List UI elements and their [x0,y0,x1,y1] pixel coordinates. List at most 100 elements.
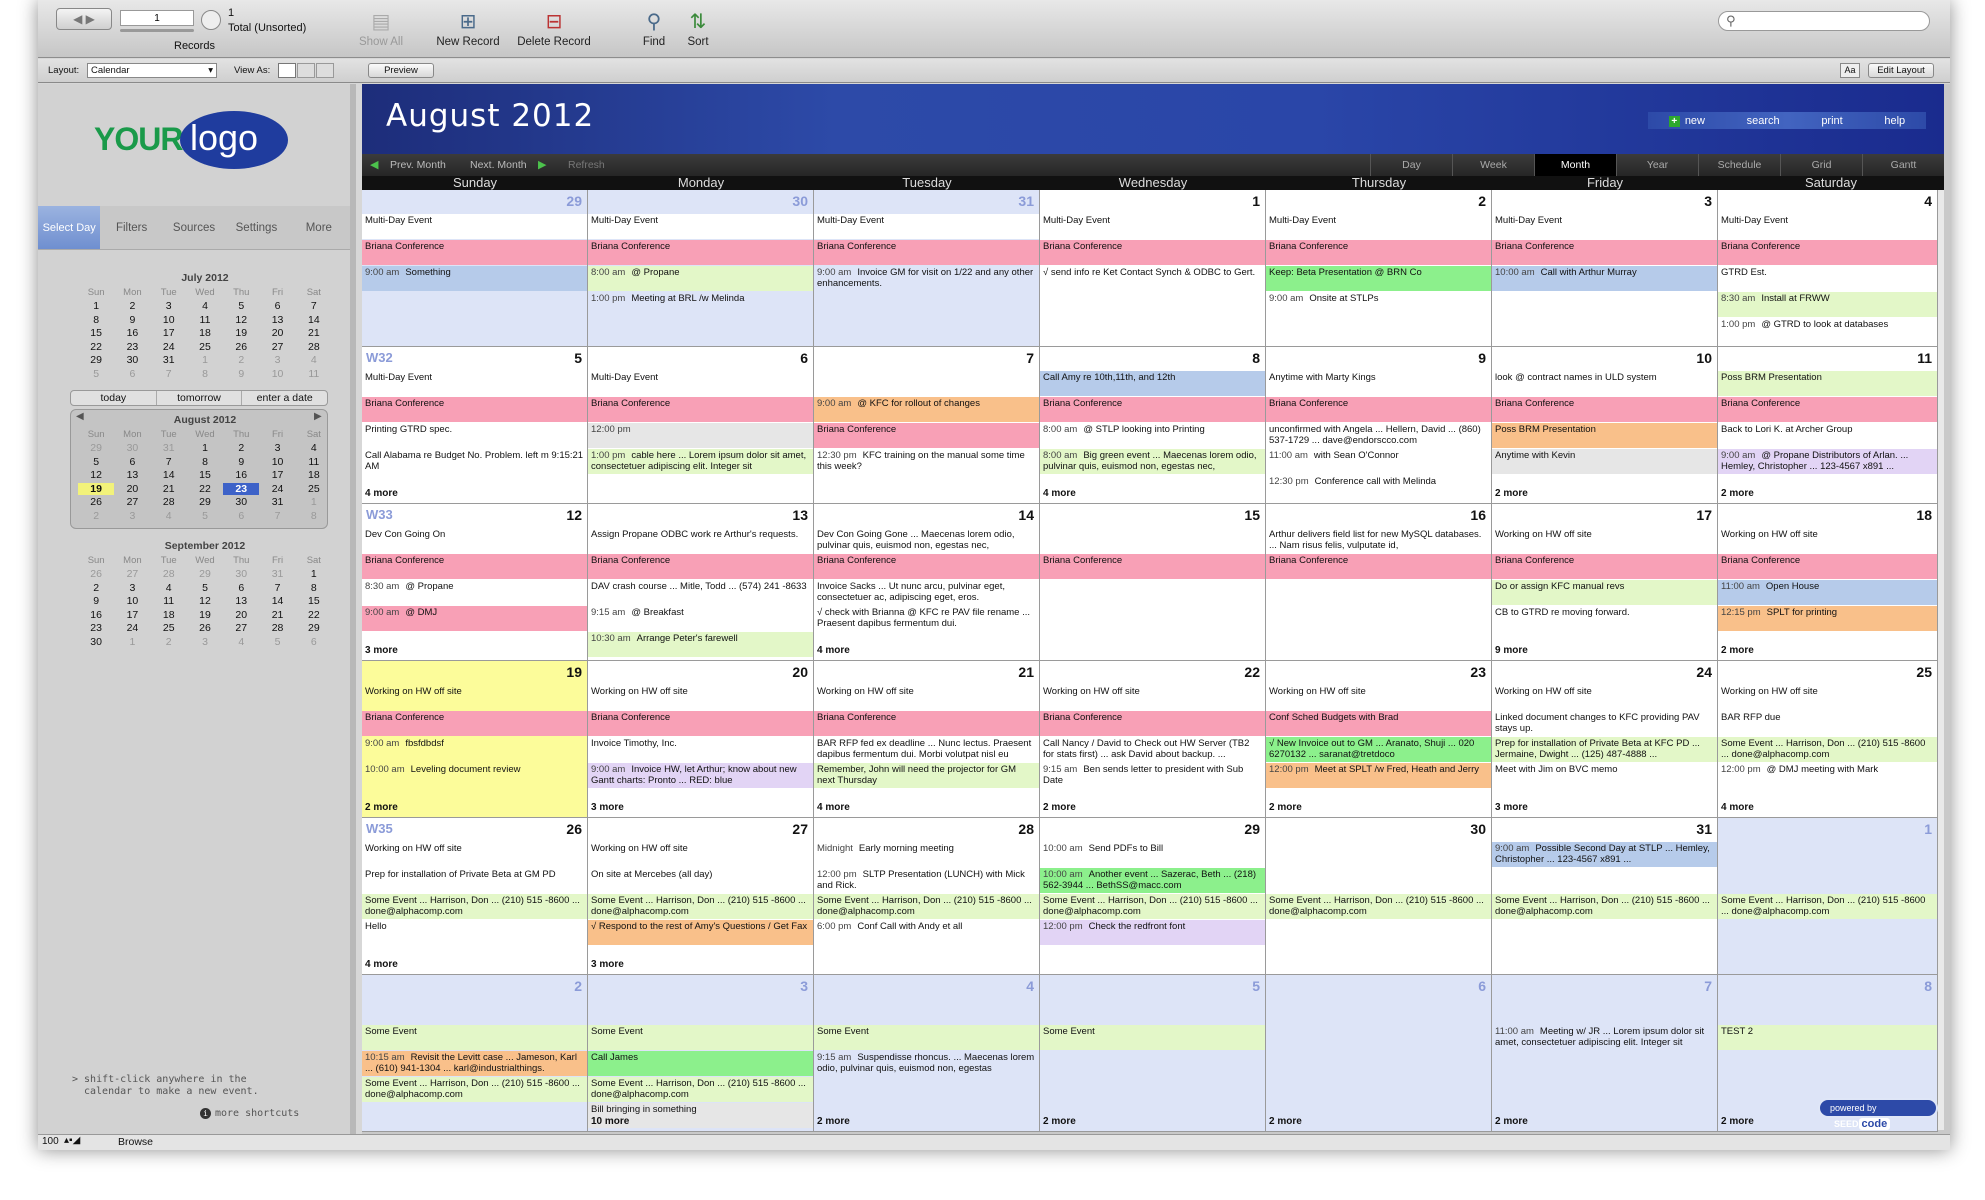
event[interactable]: 11:00 am with Sean O'Connor [1266,449,1491,474]
mini-day[interactable]: 16 [114,327,150,339]
event[interactable]: Briana Conference [1492,240,1717,265]
event[interactable]: Briana Conference [588,554,813,579]
event[interactable]: Multi-Day Event [1040,214,1265,239]
mini-day[interactable]: 26 [78,496,114,508]
day-number[interactable]: 2 [1478,193,1486,209]
tomorrow-shortcut[interactable]: tomorrow [155,391,242,405]
mini-day[interactable]: 5 [78,456,114,468]
print-link[interactable]: print [1821,115,1842,127]
mini-day[interactable]: 20 [223,609,259,621]
event[interactable]: Midnight Early morning meeting [814,842,1039,867]
day-number[interactable]: 6 [800,350,808,366]
mini-day[interactable]: 7 [259,510,295,522]
event[interactable] [1040,999,1265,1024]
day-number[interactable]: 27 [792,821,808,837]
mini-day[interactable]: 4 [151,582,187,594]
font-size-button[interactable]: Aa [1840,63,1860,78]
mini-day[interactable]: 3 [259,354,295,366]
more-link[interactable]: 2 more [1721,645,1754,656]
day-number[interactable]: 21 [1018,664,1034,680]
event[interactable]: Prep for installation of Private Beta at… [1492,737,1717,762]
event[interactable]: 6:00 pm Conf Call with Andy et all [814,920,1039,945]
more-link[interactable]: 2 more [1043,802,1076,813]
day-number[interactable]: 7 [1026,350,1034,366]
more-link[interactable]: 2 more [1495,1116,1528,1127]
mini-day[interactable]: 20 [114,483,150,495]
day-cell[interactable]: 4 Some Event 9:15 am Suspendisse rhoncus. .… [814,975,1040,1132]
event[interactable]: 10:15 am Revisit the Levitt case ... Jame… [362,1051,587,1076]
mini-day[interactable]: 30 [223,568,259,580]
mini-day[interactable]: 14 [259,595,295,607]
event[interactable]: Keep: Beta Presentation @ BRN Co [1266,266,1491,291]
mini-day[interactable]: 11 [151,595,187,607]
mini-day[interactable]: 10 [114,595,150,607]
mini-day[interactable]: 13 [223,595,259,607]
event[interactable]: Dev Con Going On [362,528,587,553]
mini-day[interactable]: 12 [78,469,114,481]
day-cell[interactable]: 19 Working on HW off site Briana Conferenc… [362,661,588,818]
event[interactable]: 8:00 am @ STLP looking into Printing [1040,423,1265,448]
day-number[interactable]: 1 [1252,193,1260,209]
day-number[interactable]: 31 [1696,821,1712,837]
mini-day[interactable]: 24 [114,622,150,634]
mini-day[interactable]: 10 [259,456,295,468]
mini-day[interactable]: 31 [259,568,295,580]
day-number[interactable]: 7 [1704,978,1712,994]
event[interactable]: Some Event ... Harrison, Don ... (210) 5… [814,894,1039,919]
view-tab-year[interactable]: Year [1616,154,1698,176]
view-as-list-button[interactable] [297,63,315,78]
record-slider[interactable] [120,29,194,32]
event[interactable]: Multi-Day Event [362,214,587,239]
mini-day[interactable]: 23 [223,482,260,495]
event[interactable]: Remember, John will need the projector f… [814,763,1039,788]
mini-day[interactable]: 3 [259,442,295,454]
event[interactable]: 12:30 pm Conference call with Melinda [1266,475,1491,500]
quick-find-field[interactable]: ⚲ [1718,11,1930,31]
more-link[interactable]: 4 more [817,802,850,813]
day-number[interactable]: 5 [574,350,582,366]
event[interactable]: 10:00 am Call with Arthur Murray [1492,266,1717,291]
more-link[interactable]: 3 more [591,959,624,970]
mini-day[interactable]: 22 [296,609,332,621]
event[interactable]: Some Event ... Harrison, Don ... (210) 5… [362,1077,587,1102]
event[interactable]: Briana Conference [1718,397,1937,422]
powered-by-badge[interactable]: powered by SEED code [1818,1098,1938,1130]
event[interactable]: 8:30 am @ Propane [362,580,587,605]
mini-day[interactable]: 20 [259,327,295,339]
event[interactable]: √ send info re Ket Contact Synch & ODBC … [1040,266,1265,291]
tab-settings[interactable]: Settings [225,206,287,249]
mini-day[interactable]: 14 [296,314,332,326]
more-link[interactable]: 3 more [1495,802,1528,813]
day-number[interactable]: 3 [1704,193,1712,209]
day-cell[interactable]: 16 Arthur delivers field list for new MyS… [1266,504,1492,661]
event[interactable]: 12:00 pm [588,423,813,448]
day-cell[interactable]: 24 Working on HW off site Linked document … [1492,661,1718,818]
mini-day[interactable]: 13 [114,469,150,481]
event[interactable]: Briana Conference [1266,397,1491,422]
day-cell[interactable]: 18 Working on HW off site Briana Conferenc… [1718,504,1938,661]
event[interactable]: 1:00 pm @ GTRD to look at databases [1718,318,1937,343]
event[interactable]: 11:00 am Meeting w/ JR ... Lorem ipsum do… [1492,1025,1717,1050]
day-number[interactable]: 13 [792,507,808,523]
next-month-link[interactable]: Next. Month [470,159,527,171]
mini-day[interactable]: 21 [296,327,332,339]
mini-day[interactable]: 11 [296,368,332,380]
mini-day[interactable]: 10 [151,314,187,326]
day-number[interactable]: 10 [1696,350,1712,366]
event[interactable]: look @ contract names in ULD system [1492,371,1717,396]
view-tab-grid[interactable]: Grid [1780,154,1862,176]
event[interactable]: 8:00 am Big green event ... Maecenas lore… [1040,449,1265,474]
mini-day[interactable]: 10 [259,368,295,380]
more-link[interactable]: 4 more [365,488,398,499]
event[interactable]: 8:30 am Install at FRWW [1718,292,1937,317]
day-number[interactable]: 24 [1696,664,1712,680]
mini-day[interactable]: 23 [78,622,114,634]
day-number[interactable]: 8 [1252,350,1260,366]
day-cell[interactable]: 3 Some Event Call James Some Event ... Harr… [588,975,814,1132]
day-cell[interactable]: 8 Call Amy re 10th,11th, and 12th Briana C… [1040,347,1266,504]
day-number[interactable]: 2 [574,978,582,994]
mini-day[interactable]: 4 [223,636,259,648]
mini-day[interactable]: 27 [259,341,295,353]
event[interactable]: Working on HW off site [588,685,813,710]
day-cell[interactable]: 4 Multi-Day Event Briana Conference GTRD Es… [1718,190,1938,347]
